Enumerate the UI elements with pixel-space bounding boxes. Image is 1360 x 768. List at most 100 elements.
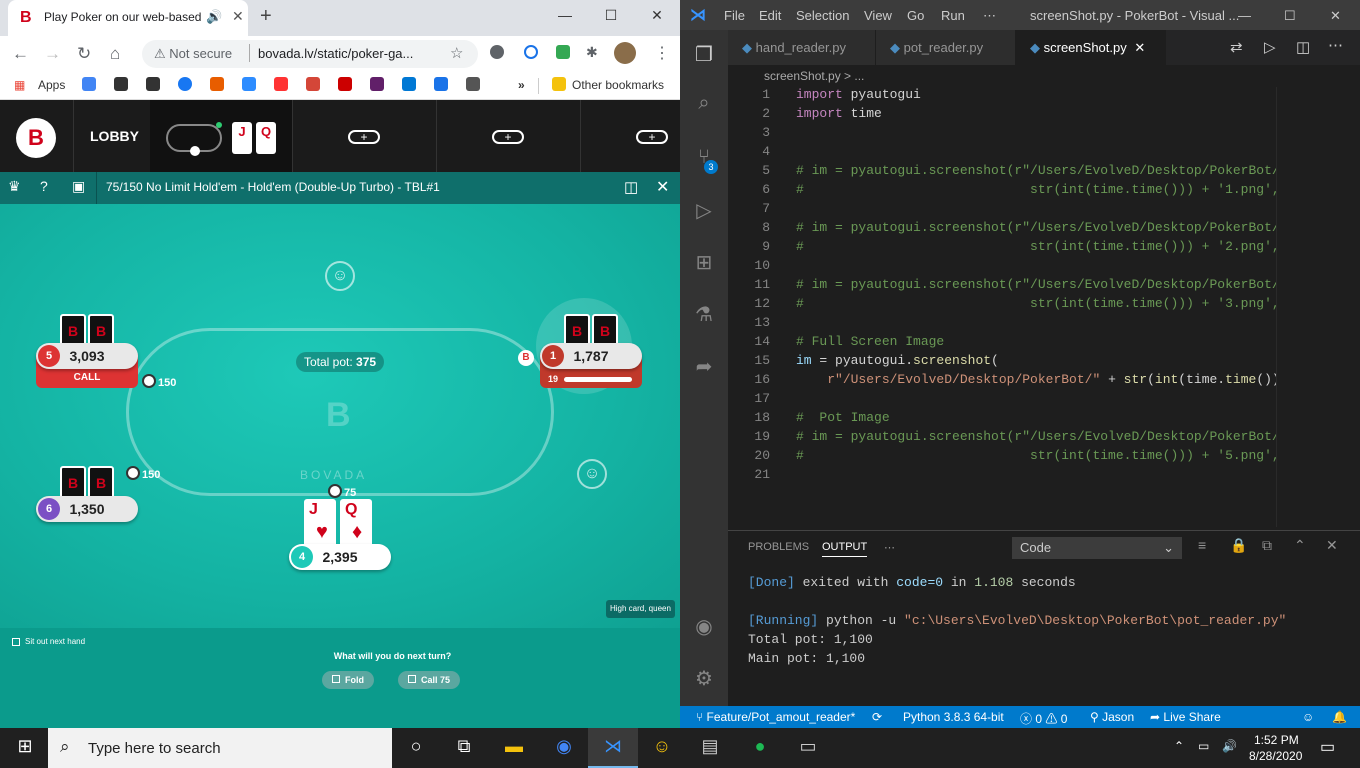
minimize-button[interactable]: — <box>542 0 588 30</box>
clear-output-icon[interactable]: ≡ <box>1198 537 1206 553</box>
maximize-button[interactable]: ☐ <box>588 0 634 30</box>
menu-view[interactable]: View <box>864 8 892 23</box>
add-table-button[interactable]: + <box>348 130 380 144</box>
trophy-icon[interactable]: ♛ <box>8 178 21 195</box>
gmail-bookmark-icon[interactable] <box>306 77 320 91</box>
google-bookmark-icon[interactable] <box>82 77 96 91</box>
split-editor-icon[interactable]: ◫ <box>1296 38 1310 56</box>
python-interpreter[interactable]: Python 3.8.3 64-bit <box>903 710 1004 724</box>
extensions-icon[interactable]: ⊞ <box>692 250 716 274</box>
chrome-icon[interactable]: ◉ <box>551 736 577 760</box>
action-center-icon[interactable]: ▭ <box>1320 737 1335 757</box>
panel-more[interactable]: ⋯ <box>884 541 895 554</box>
open-editor-icon[interactable]: ⧉ <box>1262 537 1272 554</box>
add-table-button[interactable]: + <box>636 130 668 144</box>
menu-file[interactable]: File <box>724 8 745 23</box>
more-bookmarks-icon[interactable]: » <box>518 78 525 92</box>
outlook-bookmark-icon[interactable] <box>402 77 416 91</box>
maximize-panel-icon[interactable]: ⌃ <box>1294 537 1306 554</box>
maximize-button[interactable]: ☐ <box>1284 8 1296 24</box>
menu-edit[interactable]: Edit <box>759 8 781 23</box>
close-tab-icon[interactable]: ✕ <box>232 8 244 25</box>
seat-5[interactable]: 5 3,093 <box>36 343 138 369</box>
menu-selection[interactable]: Selection <box>796 8 849 23</box>
profile-avatar[interactable] <box>614 42 636 64</box>
seat-6[interactable]: 6 1,350 <box>36 496 138 522</box>
explorer-icon[interactable]: ❐ <box>692 42 716 66</box>
volume-icon[interactable]: 🔊 <box>1222 739 1237 753</box>
tab-hand-reader[interactable]: ◆ hand_reader.py <box>728 30 876 65</box>
sync-icon[interactable]: ⟳ <box>872 710 882 724</box>
cards-icon[interactable]: ▣ <box>72 178 85 195</box>
layout-icon[interactable]: ◫ <box>624 178 638 196</box>
compare-icon[interactable]: ⇄ <box>1230 38 1243 56</box>
angular-bookmark-icon[interactable] <box>338 77 352 91</box>
extension-bug-icon[interactable] <box>490 45 504 59</box>
more-actions-icon[interactable]: ⋯ <box>1328 36 1343 54</box>
minimize-button[interactable]: — <box>1238 8 1251 23</box>
breadcrumb[interactable]: screenShot.py > ... <box>728 65 1360 87</box>
bookmark-icon-pen[interactable] <box>466 77 480 91</box>
extension-green-icon[interactable] <box>556 45 570 59</box>
omnibox[interactable]: ⚠ Not secure bovada.lv/static/poker-ga..… <box>142 40 478 68</box>
slack-bookmark-icon[interactable] <box>370 77 384 91</box>
terminal-icon[interactable]: ▭ <box>795 736 821 760</box>
seat-4-hero[interactable]: 4 2,395 <box>289 544 391 570</box>
network-icon[interactable]: ▭ <box>1198 739 1209 753</box>
current-table-tab[interactable]: J Q <box>150 100 292 172</box>
speaker-icon[interactable]: 🔊 <box>206 9 222 25</box>
help-icon[interactable]: ? <box>40 178 48 194</box>
lock-icon[interactable]: 🔒 <box>1230 537 1247 554</box>
minimap[interactable] <box>1276 87 1360 527</box>
seat-1[interactable]: 1 1,787 <box>540 343 642 369</box>
calendar-bookmark-icon[interactable] <box>434 77 448 91</box>
search-icon[interactable]: ⌕ <box>692 92 716 116</box>
clock-date[interactable]: 8/28/2020 <box>1249 749 1302 763</box>
tab-screenshot[interactable]: ◆ screenShot.py ✕ <box>1016 30 1166 65</box>
user[interactable]: ⚲ Jason <box>1090 710 1134 724</box>
close-tab-icon[interactable]: ✕ <box>1134 40 1145 55</box>
forward-icon[interactable]: → <box>44 44 61 64</box>
empty-seat-avatar-icon[interactable]: ☺ <box>577 459 607 489</box>
menu-more[interactable]: ⋯ <box>983 8 996 24</box>
bookmark-other[interactable]: Other bookmarks <box>572 78 664 92</box>
testing-flask-icon[interactable]: ⚗ <box>692 302 716 326</box>
bookmark-icon-2[interactable] <box>114 77 128 91</box>
settings-gear-icon[interactable]: ⚙ <box>692 666 716 690</box>
spotify-icon[interactable]: ● <box>747 736 773 760</box>
git-branch[interactable]: ⑂ Feature/Pot_amout_reader* <box>696 710 855 724</box>
sit-out-checkbox[interactable] <box>12 638 20 646</box>
star-icon[interactable]: ☆ <box>450 44 463 62</box>
menu-run[interactable]: Run <box>941 8 965 23</box>
add-table-button[interactable]: + <box>492 130 524 144</box>
feedback-icon[interactable]: ☺ <box>1302 710 1314 724</box>
menu-go[interactable]: Go <box>907 8 924 23</box>
bookmark-icon-z[interactable] <box>242 77 256 91</box>
tab-problems[interactable]: PROBLEMS <box>748 541 809 553</box>
taskbar-search[interactable]: ⌕ Type here to search <box>48 728 392 768</box>
fold-button[interactable]: Fold <box>322 671 374 689</box>
run-debug-icon[interactable]: ▷ <box>692 198 716 222</box>
facebook-bookmark-icon[interactable] <box>178 77 192 91</box>
close-window-button[interactable]: ✕ <box>634 0 680 30</box>
cortana-icon[interactable]: ○ <box>403 736 429 760</box>
tab-output[interactable]: OUTPUT <box>822 541 868 557</box>
close-table-icon[interactable]: ✕ <box>656 177 669 197</box>
notifications-bell-icon[interactable]: 🔔 <box>1332 710 1347 724</box>
call-button[interactable]: Call 75 <box>398 671 461 689</box>
bookmark-icon-u[interactable] <box>274 77 288 91</box>
output-channel-select[interactable]: Code ⌄ <box>1012 537 1182 559</box>
bookmark-apps[interactable]: Apps <box>38 78 65 92</box>
live-share[interactable]: ➦ Live Share <box>1150 710 1221 724</box>
code-editor[interactable]: 1 import pyautogui 2 import time 3 4 5 # im… <box>728 87 1303 527</box>
show-hidden-icons[interactable]: ⌃ <box>1174 739 1184 753</box>
bookmark-icon-3[interactable] <box>146 77 160 91</box>
vscode-taskbar-icon[interactable]: ⋊ <box>600 736 626 760</box>
extension-react-icon[interactable] <box>524 45 538 59</box>
reload-icon[interactable]: ↻ <box>77 44 91 64</box>
menu-kebab-icon[interactable]: ⋮ <box>654 43 670 63</box>
file-explorer-icon[interactable]: ▬ <box>501 736 527 760</box>
windows-start-icon[interactable]: ⊞ <box>12 736 38 760</box>
bovada-logo[interactable]: B <box>16 118 56 158</box>
account-icon[interactable]: ◉ <box>692 614 716 638</box>
